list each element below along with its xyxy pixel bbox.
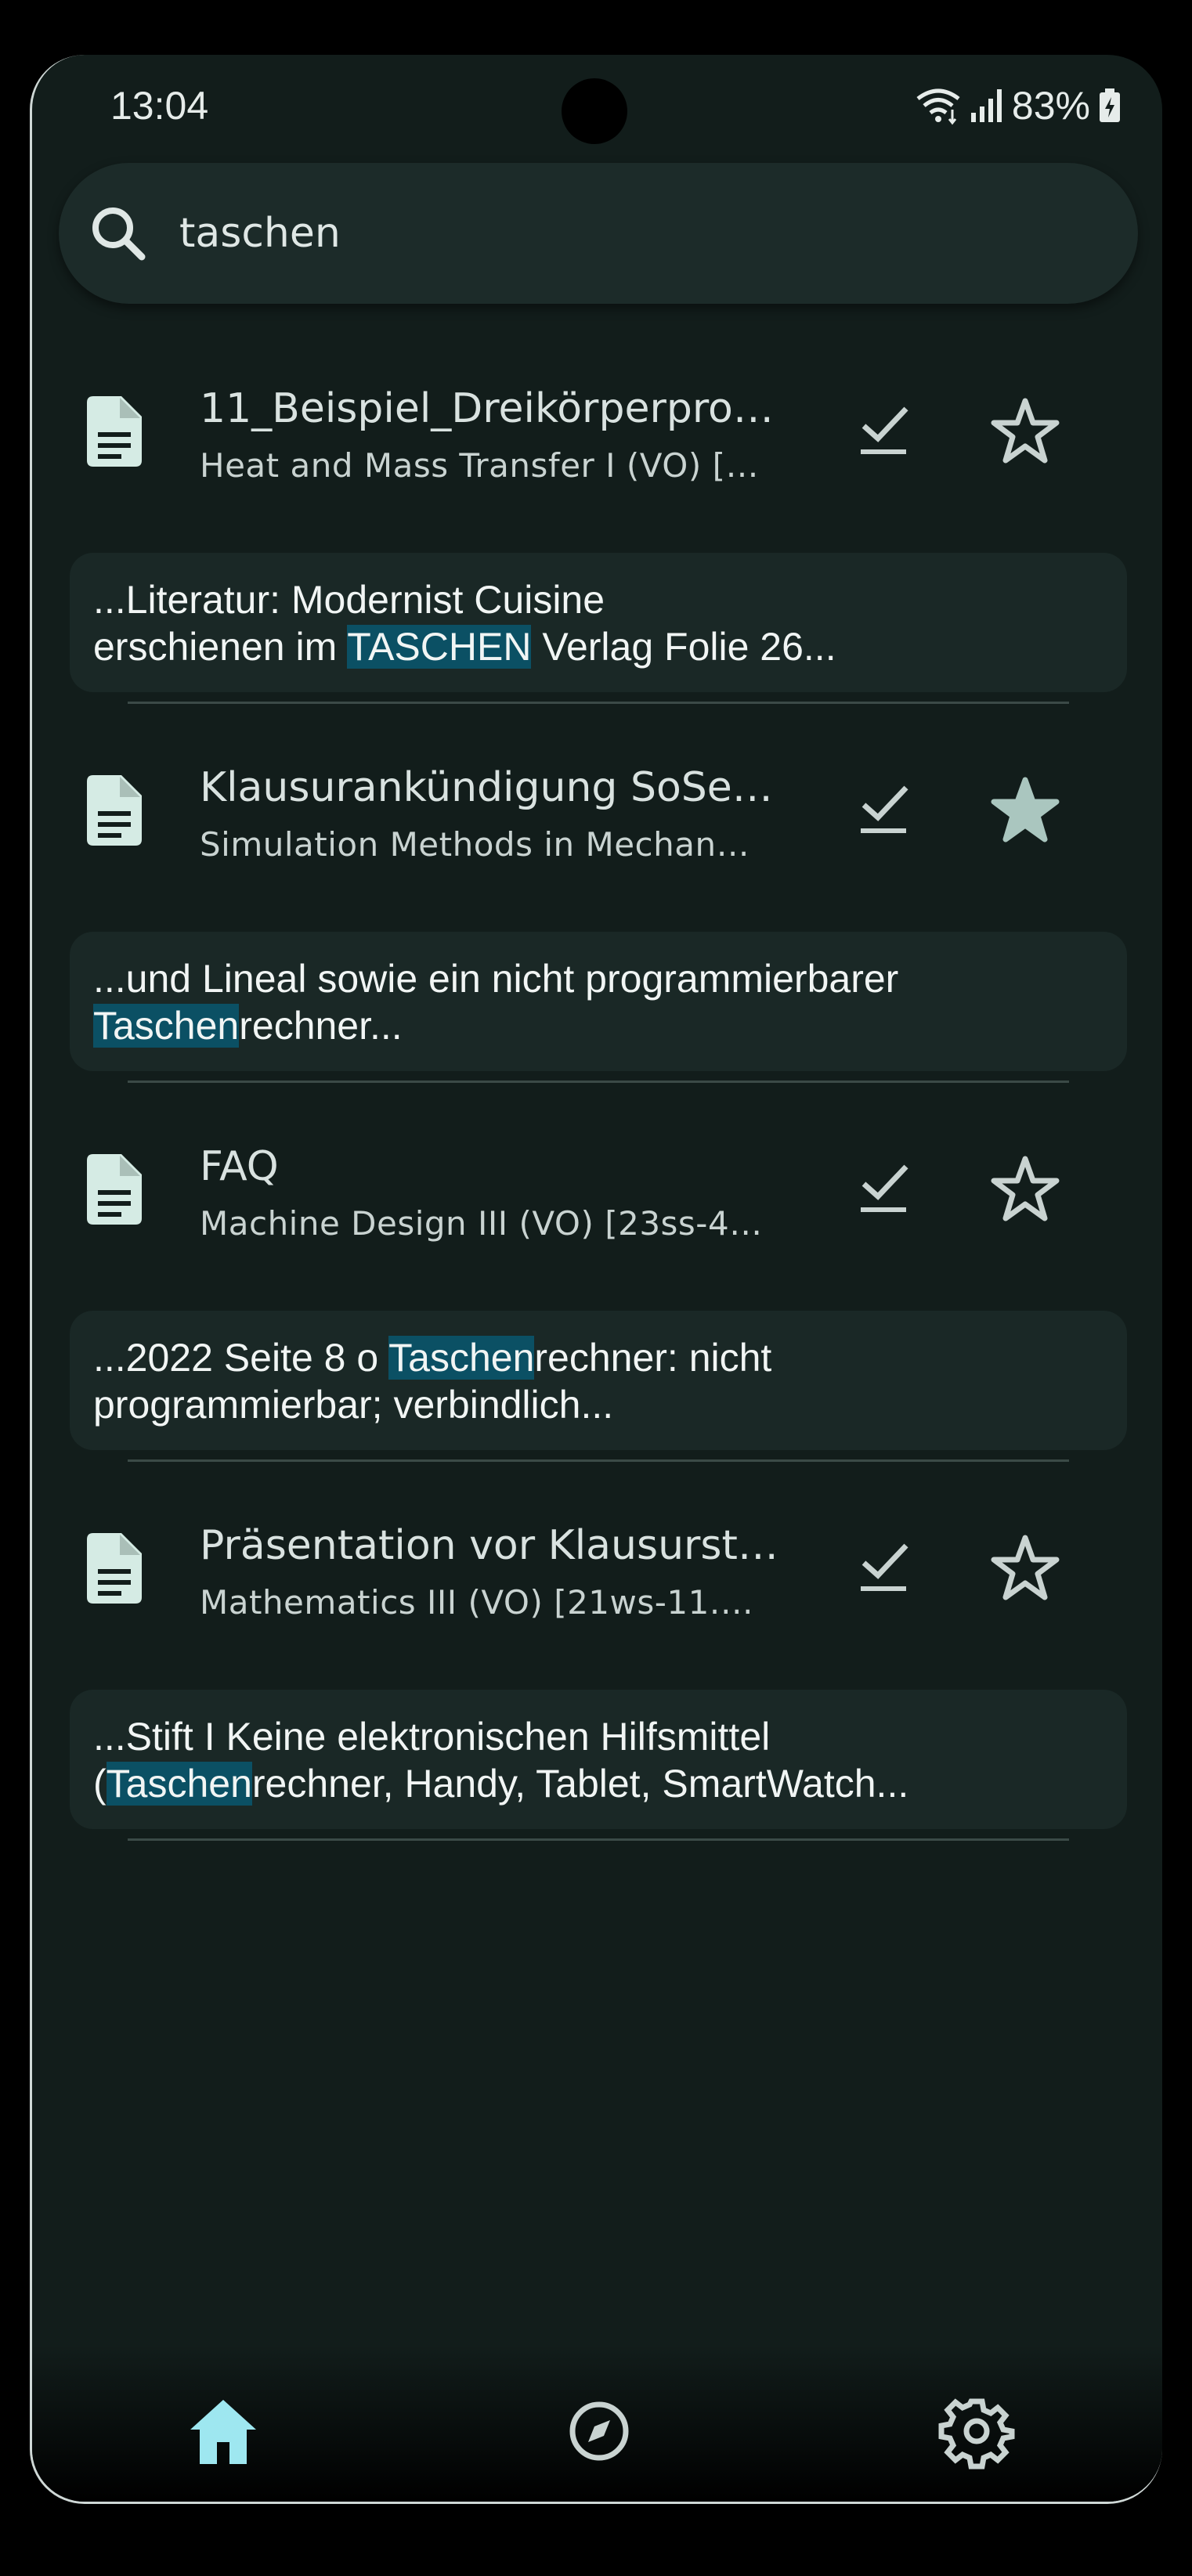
document-icon bbox=[87, 775, 142, 846]
status-time: 13:04 bbox=[110, 84, 209, 128]
done-check-icon[interactable] bbox=[854, 778, 917, 841]
snippet-text: ...und Lineal sowie ein nicht programmie… bbox=[93, 957, 899, 1001]
battery-icon bbox=[1100, 88, 1120, 122]
result-snippet: ...Literatur: Modernist Cuisine erschien… bbox=[70, 553, 1127, 692]
star-filled-icon[interactable] bbox=[988, 772, 1063, 847]
result-snippet: ...Stift I Keine elektronischen Hilfsmit… bbox=[70, 1690, 1127, 1829]
search-input[interactable] bbox=[178, 209, 1042, 258]
star-icon[interactable] bbox=[988, 1530, 1063, 1605]
divider bbox=[128, 702, 1069, 704]
snippet-highlight: Taschen bbox=[106, 1762, 252, 1806]
snippet-text: programmierbar; verbindlich... bbox=[93, 1383, 614, 1427]
bottom-navigation bbox=[32, 2345, 1162, 2502]
snippet-highlight: Taschen bbox=[388, 1336, 535, 1380]
star-icon[interactable] bbox=[988, 393, 1063, 468]
home-icon[interactable] bbox=[184, 2392, 262, 2470]
signal-icon bbox=[970, 89, 1002, 122]
snippet-text: rechner, Handy, Tablet, SmartWatch... bbox=[251, 1762, 909, 1806]
result-subtitle: Mathematics III (VO) [21ws-11.… bbox=[200, 1583, 754, 1622]
document-icon bbox=[87, 1154, 142, 1225]
done-check-icon[interactable] bbox=[854, 1157, 917, 1220]
snippet-text: ( bbox=[93, 1762, 107, 1806]
result-item[interactable]: Klausurankündigung SoSe… Simulation Meth… bbox=[32, 731, 1162, 904]
app-screen: 13:04 83% taschen 11_Beispiel_Dreikörper… bbox=[30, 55, 1162, 2504]
search-bar[interactable] bbox=[59, 163, 1138, 304]
camera-cutout bbox=[562, 78, 627, 144]
result-item[interactable]: 11_Beispiel_Dreikörperpro… Heat and Mass… bbox=[32, 352, 1162, 525]
document-icon bbox=[87, 1533, 142, 1604]
snippet-highlight: TASCHEN bbox=[347, 625, 532, 669]
result-subtitle: Machine Design III (VO) [23ss-4… bbox=[200, 1204, 763, 1243]
battery-percent: 83% bbox=[1011, 84, 1090, 128]
result-subtitle: Simulation Methods in Mechan… bbox=[200, 825, 750, 864]
divider bbox=[128, 1081, 1069, 1083]
snippet-text: ...Stift I Keine elektronischen Hilfsmit… bbox=[93, 1715, 771, 1759]
snippet-text: ...Literatur: Modernist Cuisine bbox=[93, 578, 605, 622]
result-title: Präsentation vor Klausurst… bbox=[200, 1522, 778, 1569]
result-item[interactable]: Präsentation vor Klausurst… Mathematics … bbox=[32, 1489, 1162, 1661]
result-item[interactable]: FAQ Machine Design III (VO) [23ss-4… bbox=[32, 1110, 1162, 1283]
compass-icon[interactable] bbox=[560, 2392, 638, 2470]
star-icon[interactable] bbox=[988, 1151, 1063, 1226]
status-bar: 13:04 83% bbox=[32, 55, 1162, 164]
snippet-text: Verlag Folie 26... bbox=[531, 625, 836, 669]
snippet-text: rechner... bbox=[239, 1004, 403, 1048]
snippet-text: rechner: nicht bbox=[534, 1336, 772, 1380]
snippet-highlight: Taschen bbox=[93, 1004, 240, 1048]
snippet-text: erschienen im bbox=[93, 625, 348, 669]
result-title: FAQ bbox=[200, 1143, 279, 1190]
status-icons: 83% bbox=[915, 83, 1122, 128]
divider bbox=[128, 1838, 1069, 1841]
divider bbox=[128, 1459, 1069, 1462]
snippet-text: ...2022 Seite 8 o bbox=[93, 1336, 389, 1380]
search-icon[interactable] bbox=[87, 202, 150, 265]
result-title: Klausurankündigung SoSe… bbox=[200, 764, 773, 811]
result-title: 11_Beispiel_Dreikörperpro… bbox=[200, 385, 774, 432]
result-snippet: ...2022 Seite 8 o Taschenrechner: nicht … bbox=[70, 1311, 1127, 1450]
wifi-icon bbox=[916, 88, 960, 125]
result-snippet: ...und Lineal sowie ein nicht programmie… bbox=[70, 932, 1127, 1071]
document-icon bbox=[87, 396, 142, 467]
gear-icon[interactable] bbox=[937, 2392, 1016, 2470]
done-check-icon[interactable] bbox=[854, 399, 917, 462]
done-check-icon[interactable] bbox=[854, 1536, 917, 1599]
result-subtitle: Heat and Mass Transfer I (VO) [… bbox=[200, 446, 759, 485]
